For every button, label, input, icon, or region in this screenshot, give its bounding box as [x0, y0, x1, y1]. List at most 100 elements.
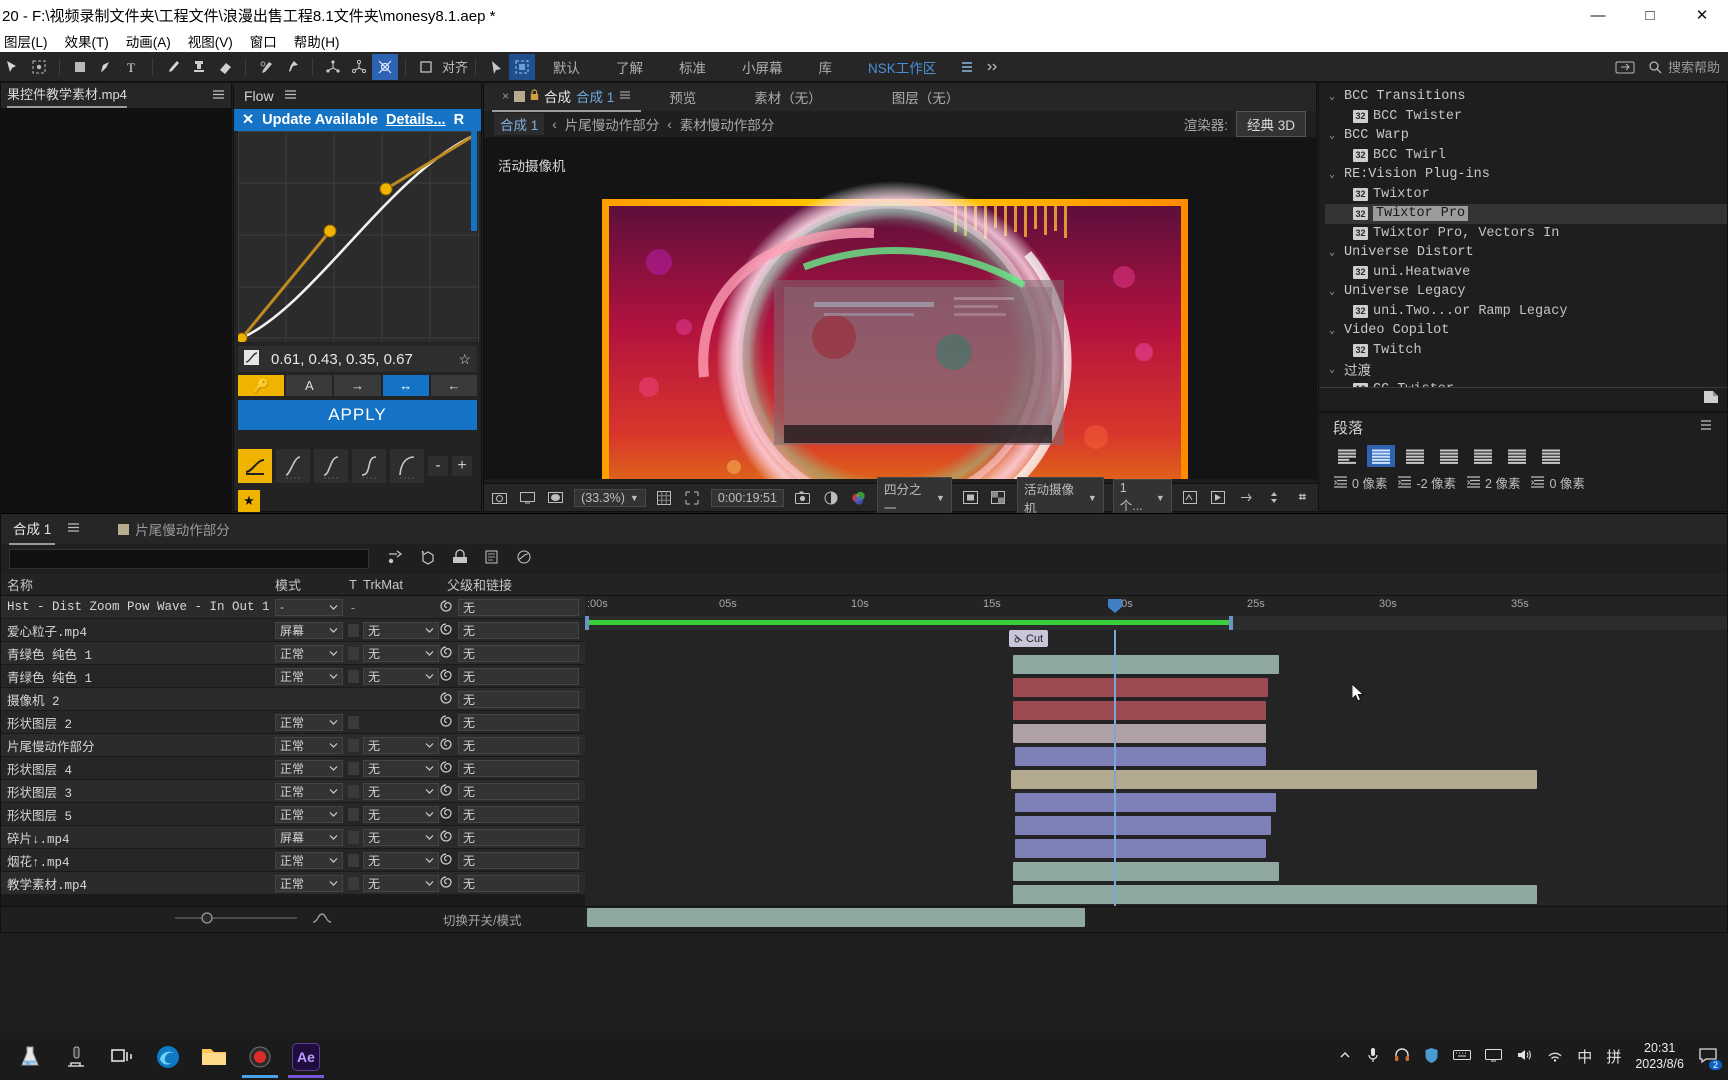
project-panel-tab-label[interactable]: 果控件教学素材.mp4	[7, 84, 127, 108]
close-icon[interactable]: ×	[502, 89, 509, 103]
layer-parent-and-link[interactable]: 无	[439, 667, 585, 685]
layer-parent-select[interactable]: 无	[458, 736, 579, 754]
layer-name[interactable]: 摄像机 2	[1, 690, 275, 709]
menu-item-view[interactable]: 视图(V)	[186, 30, 235, 52]
composition-canvas[interactable]: 活动摄像机	[484, 137, 1316, 479]
workspace-library[interactable]: 库	[801, 57, 851, 77]
align-panel-icon[interactable]	[413, 54, 439, 80]
layer-row[interactable]: 青绿色 纯色 1 正常 无 无	[1, 665, 585, 688]
layer-duration-bar[interactable]	[1015, 793, 1276, 812]
layer-blend-mode[interactable]: 正常	[275, 667, 343, 685]
layer-name[interactable]: 形状图层 3	[1, 782, 275, 801]
layer-parent-and-link[interactable]: 无	[439, 713, 585, 731]
layer-preserve-transparency-toggle[interactable]	[343, 623, 363, 637]
lock-icon[interactable]	[530, 88, 539, 104]
align-left-icon[interactable]	[1333, 445, 1361, 467]
layer-row[interactable]: 片尾慢动作部分 正常 无 无	[1, 734, 585, 757]
timeline-ruler[interactable]: :00s 05s 10s 15s 20s 25s 30s 35s	[585, 596, 1727, 616]
layer-parent-select[interactable]: 无	[458, 851, 579, 869]
layer-track-matte[interactable]: 无	[363, 644, 439, 662]
favorites-button[interactable]: ★	[238, 490, 260, 512]
tab-composition[interactable]: × 合成 合成 1	[492, 82, 642, 112]
layer-parent-select[interactable]: 无	[458, 713, 579, 731]
layer-duration-bar[interactable]	[1013, 862, 1279, 881]
timeline-link-icon[interactable]	[1237, 488, 1256, 508]
layer-list[interactable]: Hst - Dist Zoom Pow Wave - In Out 1- - 无爱心…	[1, 596, 585, 906]
layer-name[interactable]: 青绿色 纯色 1	[1, 644, 275, 663]
timeline-tab-comp-1[interactable]: 合成 1	[9, 513, 56, 545]
workspace-menu-icon[interactable]	[954, 54, 980, 80]
layer-name[interactable]: 形状图层 5	[1, 805, 275, 824]
effect-item-row[interactable]: 32 uni.Two...or Ramp Legacy	[1325, 302, 1727, 322]
playhead-line[interactable]	[1114, 630, 1116, 906]
edge-icon[interactable]	[146, 1036, 190, 1078]
transparency-grid-icon[interactable]	[989, 488, 1008, 508]
layer-row[interactable]: 爱心粒子.mp4 屏幕 无 无	[1, 619, 585, 642]
layer-parent-and-link[interactable]: 无	[439, 690, 585, 708]
tab-layer[interactable]: 图层（无）	[882, 83, 970, 111]
breadcrumb-comp-1[interactable]: 合成 1	[494, 113, 545, 135]
after-effects-icon[interactable]: Ae	[284, 1036, 328, 1078]
justify-all-icon[interactable]	[1537, 445, 1565, 467]
text-button[interactable]: A	[286, 375, 333, 396]
pick-whip-icon[interactable]	[439, 714, 453, 731]
layer-duration-bar[interactable]	[1015, 747, 1266, 766]
layer-track-matte[interactable]: 无	[363, 667, 439, 685]
layer-parent-and-link[interactable]: 无	[439, 621, 585, 639]
new-folder-icon[interactable]	[1703, 390, 1719, 409]
double-chevron-icon[interactable]	[980, 54, 1006, 80]
layer-preserve-transparency-toggle[interactable]	[343, 715, 363, 729]
clone-stamp-tool-icon[interactable]	[186, 54, 212, 80]
star-outline-icon[interactable]: ☆	[458, 351, 471, 368]
menu-item-layer[interactable]: 图层(L)	[2, 30, 50, 52]
snapshot-icon[interactable]	[793, 488, 812, 508]
menu-item-help[interactable]: 帮助(H)	[292, 30, 342, 52]
hamburger-menu-icon[interactable]	[1699, 418, 1713, 436]
layer-preserve-transparency-toggle[interactable]	[343, 807, 363, 821]
layer-parent-and-link[interactable]: 无	[439, 851, 585, 869]
taskbar-clock[interactable]: 20:31 2023/8/6	[1635, 1041, 1684, 1072]
effect-item-row[interactable]: 32 uni.Heatwave	[1325, 263, 1727, 283]
align-center-icon[interactable]	[1367, 445, 1395, 467]
layer-name[interactable]: 片尾慢动作部分	[1, 736, 275, 755]
layer-parent-select[interactable]: 无	[458, 621, 579, 639]
pick-whip-icon[interactable]	[439, 829, 453, 846]
layer-duration-bar[interactable]	[1013, 701, 1266, 720]
preset-ease-1-icon[interactable]	[276, 449, 310, 483]
toggle-switches-modes[interactable]: 切换开关/模式	[443, 910, 521, 929]
hide-shy-icon[interactable]	[451, 548, 469, 570]
justify-last-left-icon[interactable]	[1435, 445, 1463, 467]
pick-whip-icon[interactable]	[439, 783, 453, 800]
layer-row[interactable]: 形状图层 4 正常 无 无	[1, 757, 585, 780]
timeline-marker-cut[interactable]: Cut	[1009, 630, 1049, 647]
pick-whip-icon[interactable]	[439, 645, 453, 662]
effect-item-row[interactable]: 32 BCC Twirl	[1325, 146, 1727, 166]
channel-color-icon[interactable]	[849, 488, 868, 508]
effect-group-row[interactable]: ⌄ Universe Legacy	[1325, 282, 1727, 302]
pick-whip-icon[interactable]	[439, 622, 453, 639]
layer-parent-and-link[interactable]: 无	[439, 874, 585, 892]
layer-parent-and-link[interactable]: 无	[439, 782, 585, 800]
explorer-icon[interactable]	[192, 1036, 236, 1078]
arrow-left-button[interactable]: ←	[430, 375, 478, 396]
layer-bars[interactable]: Cut	[585, 630, 1727, 927]
hamburger-menu-icon[interactable]	[284, 88, 297, 104]
layer-duration-bar[interactable]	[1015, 839, 1266, 858]
task-view-icon[interactable]	[100, 1036, 144, 1078]
update-details-link[interactable]: Details...	[386, 112, 446, 128]
shape-tool-icon[interactable]	[67, 54, 93, 80]
pixel-aspect-icon[interactable]	[1181, 488, 1200, 508]
roto-brush-tool-icon[interactable]	[253, 54, 279, 80]
layer-parent-and-link[interactable]: 无	[439, 828, 585, 846]
preset-ease-4-icon[interactable]	[390, 449, 424, 483]
breadcrumb-tail-slowmo[interactable]: 片尾慢动作部分	[565, 114, 660, 134]
justify-last-right-icon[interactable]	[1503, 445, 1531, 467]
layer-parent-select[interactable]: 无	[458, 828, 579, 846]
maximize-button[interactable]: □	[1624, 0, 1676, 30]
sync-settings-icon[interactable]	[1612, 54, 1638, 80]
layer-blend-mode[interactable]: -	[275, 598, 343, 616]
show-snapshot-icon[interactable]	[821, 488, 840, 508]
workspace-nsk[interactable]: NSK工作区	[850, 57, 954, 77]
region-of-interest-icon[interactable]	[961, 488, 980, 508]
layer-blend-mode[interactable]: 屏幕	[275, 621, 343, 639]
